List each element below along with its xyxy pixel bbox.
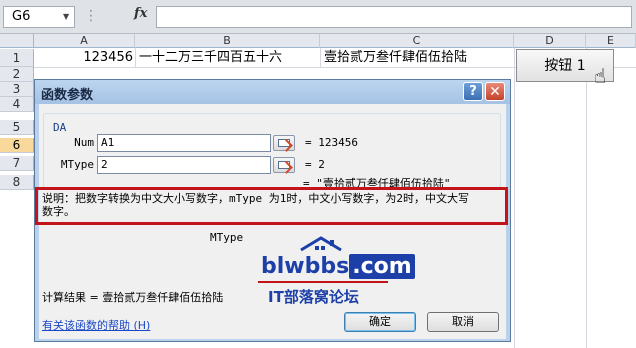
watermark-logo: blwbbs .com	[261, 254, 415, 279]
row-header-3[interactable]: 3	[0, 82, 34, 97]
column-header-d[interactable]: D	[514, 34, 586, 48]
watermark-domain: .com	[349, 254, 415, 279]
ok-button[interactable]: 确定	[344, 312, 416, 332]
cell-b1[interactable]: 一十二万三千四百五十六	[139, 49, 282, 66]
chevron-down-icon[interactable]: ▼	[63, 12, 69, 21]
insert-function-icon[interactable]: fx	[134, 6, 147, 21]
watermark-underline	[258, 281, 388, 283]
grid-line	[586, 48, 587, 348]
watermark-site: blwbbs	[261, 254, 350, 279]
column-header-c[interactable]: C	[320, 34, 514, 48]
collapse-dialog-icon[interactable]	[273, 135, 295, 152]
cell-a1[interactable]: 123456	[34, 49, 133, 66]
arg-result-mtype: = 2	[305, 158, 325, 171]
select-all-corner[interactable]	[0, 34, 34, 48]
collapse-dialog-icon[interactable]	[273, 157, 295, 174]
row-header-2[interactable]: 2	[0, 67, 34, 82]
row-header-5[interactable]: 5	[0, 120, 34, 135]
hand-cursor-icon: ☝	[594, 64, 607, 88]
column-header-a[interactable]: A	[34, 34, 135, 48]
row-header-7[interactable]: 7	[0, 156, 34, 171]
column-header-e[interactable]: E	[586, 34, 636, 48]
row-header-4[interactable]: 4	[0, 97, 34, 112]
close-button[interactable]: ✕	[485, 82, 505, 101]
row-header-6[interactable]: 6	[0, 138, 34, 153]
house-logo-icon	[300, 236, 342, 252]
arg-result-num: = 123456	[305, 136, 358, 149]
cell-c1[interactable]: 壹拾贰万叁仟肆佰伍拾陆	[324, 49, 467, 66]
arg-label-mtype: MType	[60, 158, 94, 171]
grid-line	[320, 48, 321, 67]
grid-line	[514, 48, 515, 348]
highlight-box	[35, 187, 508, 225]
cancel-button[interactable]: 取消	[427, 312, 499, 332]
grid-line	[135, 48, 136, 67]
calc-result: 计算结果 = 壹拾贰万叁仟肆佰伍拾陆	[42, 291, 224, 304]
column-header-bar: A B C D E	[0, 34, 636, 48]
column-header-b[interactable]: B	[135, 34, 320, 48]
separator-dots: ⋮	[84, 8, 98, 24]
mtype-input[interactable]: 2	[97, 156, 271, 174]
row-header-1[interactable]: 1	[0, 49, 34, 67]
num-input[interactable]: A1	[97, 134, 271, 152]
function-name: DA	[53, 121, 67, 134]
function-help-link[interactable]: 有关该函数的帮助 (H)	[42, 317, 150, 333]
help-button[interactable]: ?	[463, 82, 483, 101]
formula-input[interactable]	[156, 6, 632, 28]
argument-help-label: MType	[210, 231, 244, 244]
arg-label-num: Num	[74, 136, 94, 149]
formula-bar: G6 ▼ ⋮ fx	[0, 0, 636, 34]
dialog-titlebar[interactable]: 函数参数 ? ✕	[35, 80, 510, 104]
row-header-8[interactable]: 8	[0, 175, 34, 190]
watermark-subtitle: IT部落窝论坛	[268, 288, 359, 306]
dialog-title: 函数参数	[41, 88, 94, 103]
